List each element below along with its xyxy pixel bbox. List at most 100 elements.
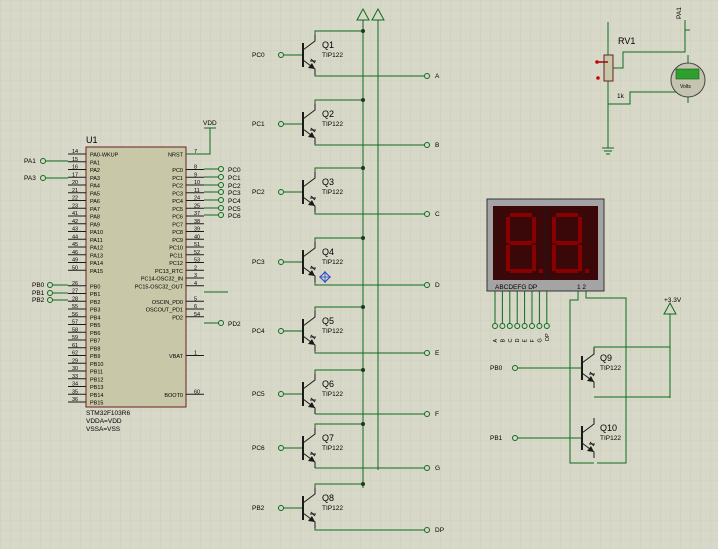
pin-number: 11 <box>194 188 200 194</box>
junction-dot <box>361 305 365 309</box>
junction-dot <box>361 29 365 33</box>
pin-name: PC8 <box>172 230 183 236</box>
display-pin-label: C <box>508 339 514 343</box>
pin-number: 55 <box>72 304 78 310</box>
pin-number: 33 <box>72 374 78 380</box>
pin-name: PD2 <box>172 315 183 321</box>
pin-name: PA10 <box>90 230 103 236</box>
pin-number: 28 <box>72 296 78 302</box>
pin-number: 40 <box>194 234 200 240</box>
pin-number: 45 <box>72 242 78 248</box>
pin-number: 6 <box>194 304 197 310</box>
probe-pc3-label: PC3 <box>228 190 241 197</box>
pin-number: 57 <box>72 320 78 326</box>
junction-dot <box>361 166 365 170</box>
pin-name: PA2 <box>90 168 100 174</box>
mcu-u1[interactable]: U1 14PA0-WKUP15PA116PA217PA320PA421PA522… <box>68 135 204 433</box>
pin-number: 9 <box>194 172 197 178</box>
pin-number: 44 <box>72 234 78 240</box>
voltmeter-probe-label: PA1 <box>676 7 683 19</box>
probe-pd2-label: PD2 <box>228 321 241 328</box>
pin-number: 58 <box>72 327 78 333</box>
pin-number: 16 <box>72 165 78 171</box>
pin-number: 25 <box>194 203 200 209</box>
pin-number: 10 <box>194 180 200 186</box>
driver-base-label: PC5 <box>252 391 265 398</box>
pin-number: 38 <box>194 219 200 225</box>
driver-base-label: PC2 <box>252 189 265 196</box>
pin-number: 59 <box>72 335 78 341</box>
probe-pb1-label: PB1 <box>32 290 45 297</box>
segment-out-label: DP <box>435 527 444 534</box>
segment-out-label: B <box>435 142 439 149</box>
probe-pc1-label: PC1 <box>228 175 241 182</box>
pin-number: 14 <box>72 149 78 155</box>
junction-dot <box>361 98 365 102</box>
probe-pc4-label: PC4 <box>228 198 241 205</box>
pin-number: 54 <box>194 312 200 318</box>
pin-name: PC14-OSC32_IN <box>141 277 183 283</box>
pin-name: PB9 <box>90 354 100 360</box>
transistor-type: TIP122 <box>322 121 343 128</box>
pin-number: 62 <box>72 351 78 357</box>
mcu-ref: U1 <box>86 135 98 145</box>
pin-name: PA0-WKUP <box>90 153 119 159</box>
pin-name: PC2 <box>172 184 183 190</box>
pin-number: 49 <box>72 258 78 264</box>
supply-label: +3.3V <box>664 297 682 304</box>
pin-number: 34 <box>72 382 78 388</box>
probe-pc5-label: PC5 <box>228 206 241 213</box>
pin-name: OSCIN_PD0 <box>152 300 183 306</box>
pin-number: 35 <box>72 389 78 395</box>
pin-number: 4 <box>194 281 197 287</box>
probe-pc0-label: PC0 <box>228 167 241 174</box>
pin-name: PC5 <box>172 207 183 213</box>
pin-number: 41 <box>72 211 78 217</box>
transistor-type: TIP122 <box>322 259 343 266</box>
pin-name: PB3 <box>90 308 100 314</box>
pin-name: BOOT0 <box>164 393 183 399</box>
pin-number: 29 <box>72 358 78 364</box>
pin-number: 23 <box>72 203 78 209</box>
pin-name: PB6 <box>90 331 100 337</box>
pin-number: 8 <box>194 165 197 171</box>
pin-number: 21 <box>72 188 78 194</box>
driver-base-label: PB2 <box>252 505 265 512</box>
voltmeter-unit: Volts <box>680 84 691 90</box>
pin-name: PA13 <box>90 253 103 259</box>
pin-name: NRST <box>168 153 184 159</box>
segment-out-label: G <box>435 465 440 472</box>
pin-name: PA14 <box>90 261 103 267</box>
pin-number: 56 <box>72 312 78 318</box>
probe-pc6-label: PC6 <box>228 213 241 220</box>
pin-name: PC0 <box>172 168 183 174</box>
pin-name: PB13 <box>90 385 103 391</box>
pin-name: PC9 <box>172 238 183 244</box>
pin-name: PB1 <box>90 292 100 298</box>
pin-number: 43 <box>72 227 78 233</box>
segment-out-label: E <box>435 350 440 357</box>
pot-body <box>603 54 614 82</box>
pin-name: PC6 <box>172 215 183 221</box>
transistor-type: TIP122 <box>600 435 621 442</box>
voltmeter-screen <box>675 68 700 80</box>
pin-number: 51 <box>194 242 200 248</box>
transistor-ref: Q3 <box>322 177 334 187</box>
pin-number: 61 <box>72 343 78 349</box>
pin-name: PA5 <box>90 191 100 197</box>
pin-name: VBAT <box>169 354 184 360</box>
transistor-ref: Q8 <box>322 493 334 503</box>
pin-number: 39 <box>194 227 200 233</box>
display-pin-label: A <box>493 339 499 343</box>
digit-base-label: PB0 <box>490 365 503 372</box>
display-pin-label: G <box>537 338 543 342</box>
pin-name: PA1 <box>90 160 100 166</box>
probe-pb0-label: PB0 <box>32 282 45 289</box>
segment-out-label: F <box>435 411 439 418</box>
transistor-ref: Q6 <box>322 379 334 389</box>
driver-base-label: PC0 <box>252 52 265 59</box>
driver-base-label: PC4 <box>252 328 265 335</box>
pin-name: PB11 <box>90 370 103 376</box>
junction-dot <box>361 482 365 486</box>
pin-name: PC1 <box>172 176 183 182</box>
